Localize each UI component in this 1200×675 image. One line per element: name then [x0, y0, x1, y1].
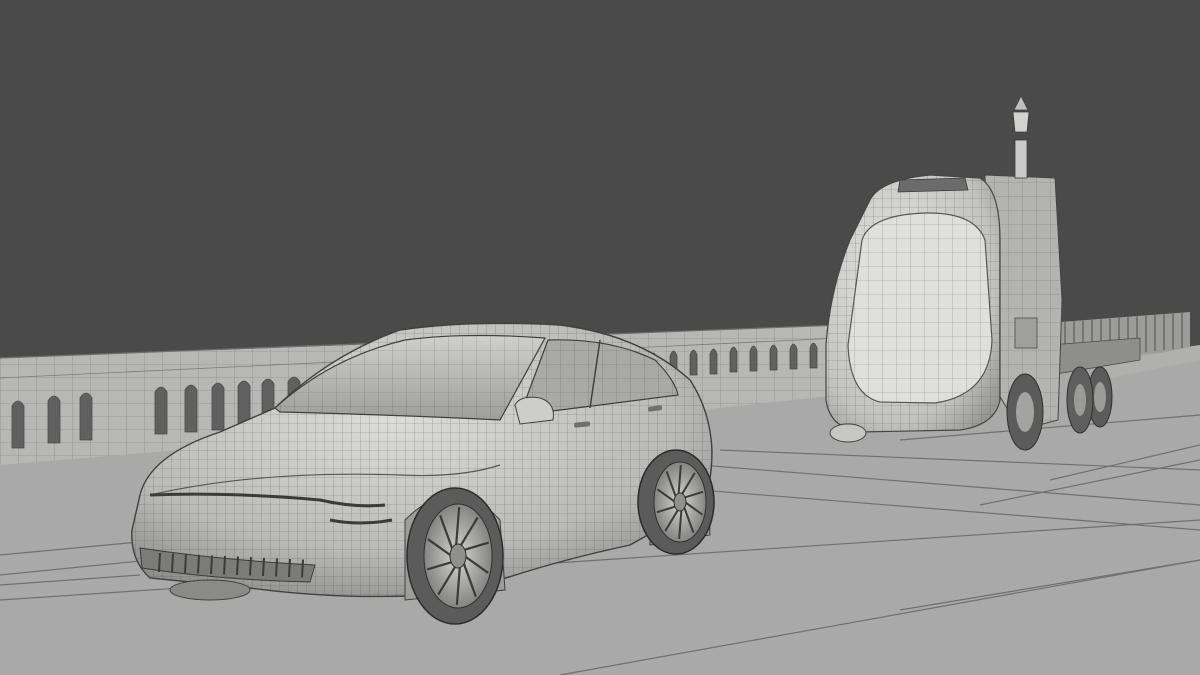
autonomous-truck[interactable]	[825, 95, 1141, 451]
wall-arch	[47, 395, 61, 444]
wall-arch	[789, 343, 798, 370]
suv-bumper-lip	[169, 579, 251, 601]
wall-arch	[154, 386, 168, 435]
wall-arch	[809, 342, 818, 369]
grille-slat	[262, 557, 265, 577]
wall-arch	[749, 345, 758, 372]
grille-slat	[275, 558, 278, 577]
grille-slat	[158, 552, 161, 573]
suv-side-mirror	[514, 396, 554, 425]
truck-side-panel	[1014, 317, 1038, 349]
grille-slat	[171, 553, 174, 573]
truck-lamp-mast	[1012, 95, 1030, 179]
grille-slat	[236, 556, 239, 576]
wall-arch	[709, 348, 718, 375]
grille-slat	[249, 557, 252, 576]
wall-arch	[11, 400, 25, 449]
grille-slat	[223, 555, 226, 575]
suv-front-wheel	[404, 487, 506, 625]
wall-arch	[211, 382, 225, 431]
grille-slat	[210, 555, 213, 575]
viewport-scene[interactable]	[0, 0, 1200, 675]
suv-rear-wheel	[637, 449, 715, 555]
wall-arch	[769, 344, 778, 371]
wall-arch	[79, 392, 93, 441]
3d-viewport[interactable]	[0, 0, 1200, 675]
grille-slat	[288, 558, 291, 578]
grille-slat	[197, 554, 200, 574]
wall-arch	[184, 384, 198, 433]
grille-slat	[301, 559, 304, 578]
truck-roof-sensor	[897, 177, 969, 193]
truck-front-bumper-foot	[829, 423, 867, 443]
grille-slat	[184, 554, 187, 574]
truck-rear-wheels	[1066, 366, 1113, 434]
wall-arch	[689, 349, 698, 376]
wall-arch	[729, 346, 738, 373]
